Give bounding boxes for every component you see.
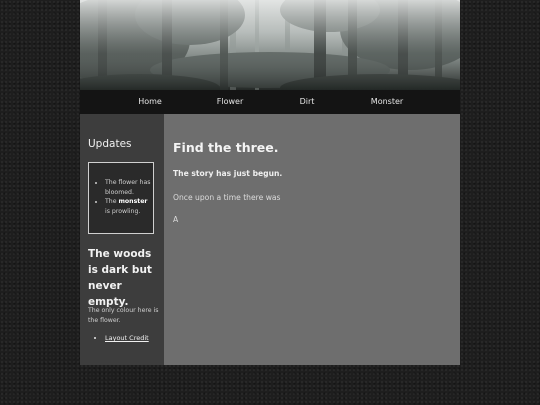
sidebar-heading: The woods is dark but never empty. xyxy=(88,248,152,308)
update-text: The xyxy=(105,198,119,206)
story-subtitle: The story has just begun. xyxy=(173,169,283,178)
story-paragraph: Once upon a time there was xyxy=(173,193,281,202)
updates-list: The flower has bloomed. The monster is p… xyxy=(89,178,153,216)
credit-item: Layout Credit xyxy=(105,334,149,342)
update-text: is prowling. xyxy=(105,207,141,215)
nav-item-home[interactable]: Home xyxy=(138,90,162,114)
nav-item-monster[interactable]: Monster xyxy=(371,90,403,114)
page-container: Home Flower Dirt Monster Updates The flo… xyxy=(80,0,460,365)
nav-item-flower[interactable]: Flower xyxy=(217,90,243,114)
nav-item-dirt[interactable]: Dirt xyxy=(300,90,315,114)
update-item: The monster is prowling. xyxy=(105,197,153,216)
main-content: Find the three. The story has just begun… xyxy=(164,114,460,365)
update-emphasis: monster xyxy=(118,198,148,206)
forest-illustration xyxy=(80,0,460,90)
page-title: Find the three. xyxy=(173,140,279,155)
update-item: The flower has bloomed. xyxy=(105,178,153,197)
forest-banner-image xyxy=(80,0,460,90)
sidebar: Updates The flower has bloomed. The mons… xyxy=(80,114,164,365)
main-navigation: Home Flower Dirt Monster xyxy=(80,90,460,114)
sidebar-note: The only colour here is the flower. xyxy=(88,307,159,324)
story-paragraph: A xyxy=(173,215,179,224)
credit-list: Layout Credit xyxy=(80,334,149,342)
update-text: The flower has bloomed. xyxy=(105,179,151,196)
sidebar-title: Updates xyxy=(88,138,132,150)
updates-box: The flower has bloomed. The monster is p… xyxy=(88,162,154,234)
layout-credit-link[interactable]: Layout Credit xyxy=(105,334,149,342)
